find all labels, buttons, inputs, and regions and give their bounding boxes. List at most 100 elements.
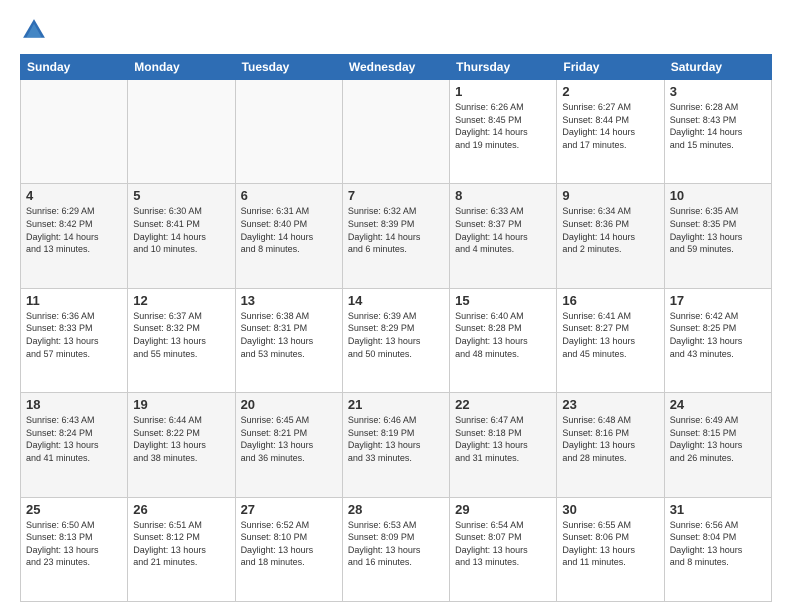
empty-cell [128, 80, 235, 184]
logo [20, 16, 52, 44]
day-detail: Sunrise: 6:47 AMSunset: 8:18 PMDaylight:… [455, 414, 551, 464]
day-cell-28: 28 Sunrise: 6:53 AMSunset: 8:09 PMDayligh… [342, 497, 449, 601]
day-detail: Sunrise: 6:54 AMSunset: 8:07 PMDaylight:… [455, 519, 551, 569]
day-cell-5: 5 Sunrise: 6:30 AMSunset: 8:41 PMDaylight… [128, 184, 235, 288]
day-cell-2: 2 Sunrise: 6:27 AMSunset: 8:44 PMDaylight… [557, 80, 664, 184]
weekday-header-thursday: Thursday [450, 55, 557, 80]
day-cell-29: 29 Sunrise: 6:54 AMSunset: 8:07 PMDayligh… [450, 497, 557, 601]
week-row-3: 11 Sunrise: 6:36 AMSunset: 8:33 PMDayligh… [21, 288, 772, 392]
day-number: 23 [562, 397, 658, 412]
day-cell-8: 8 Sunrise: 6:33 AMSunset: 8:37 PMDaylight… [450, 184, 557, 288]
day-detail: Sunrise: 6:35 AMSunset: 8:35 PMDaylight:… [670, 205, 766, 255]
day-cell-4: 4 Sunrise: 6:29 AMSunset: 8:42 PMDaylight… [21, 184, 128, 288]
day-number: 27 [241, 502, 337, 517]
day-detail: Sunrise: 6:40 AMSunset: 8:28 PMDaylight:… [455, 310, 551, 360]
day-detail: Sunrise: 6:50 AMSunset: 8:13 PMDaylight:… [26, 519, 122, 569]
day-detail: Sunrise: 6:55 AMSunset: 8:06 PMDaylight:… [562, 519, 658, 569]
day-number: 2 [562, 84, 658, 99]
day-detail: Sunrise: 6:26 AMSunset: 8:45 PMDaylight:… [455, 101, 551, 151]
day-number: 30 [562, 502, 658, 517]
day-detail: Sunrise: 6:49 AMSunset: 8:15 PMDaylight:… [670, 414, 766, 464]
header [20, 16, 772, 44]
week-row-5: 25 Sunrise: 6:50 AMSunset: 8:13 PMDayligh… [21, 497, 772, 601]
day-detail: Sunrise: 6:31 AMSunset: 8:40 PMDaylight:… [241, 205, 337, 255]
day-detail: Sunrise: 6:51 AMSunset: 8:12 PMDaylight:… [133, 519, 229, 569]
day-number: 29 [455, 502, 551, 517]
day-number: 24 [670, 397, 766, 412]
day-detail: Sunrise: 6:32 AMSunset: 8:39 PMDaylight:… [348, 205, 444, 255]
day-cell-21: 21 Sunrise: 6:46 AMSunset: 8:19 PMDayligh… [342, 393, 449, 497]
day-cell-3: 3Sunrise: 6:28 AMSunset: 8:43 PMDaylight… [664, 80, 771, 184]
day-detail: Sunrise: 6:39 AMSunset: 8:29 PMDaylight:… [348, 310, 444, 360]
day-detail: Sunrise: 6:52 AMSunset: 8:10 PMDaylight:… [241, 519, 337, 569]
day-cell-30: 30 Sunrise: 6:55 AMSunset: 8:06 PMDayligh… [557, 497, 664, 601]
day-cell-17: 17Sunrise: 6:42 AMSunset: 8:25 PMDayligh… [664, 288, 771, 392]
day-detail: Sunrise: 6:43 AMSunset: 8:24 PMDaylight:… [26, 414, 122, 464]
day-detail: Sunrise: 6:36 AMSunset: 8:33 PMDaylight:… [26, 310, 122, 360]
day-cell-24: 24 Sunrise: 6:49 AMSunset: 8:15 PMDayligh… [664, 393, 771, 497]
day-number: 12 [133, 293, 229, 308]
day-number: 21 [348, 397, 444, 412]
day-detail: Sunrise: 6:53 AMSunset: 8:09 PMDaylight:… [348, 519, 444, 569]
weekday-header-row: SundayMondayTuesdayWednesdayThursdayFrid… [21, 55, 772, 80]
empty-cell [342, 80, 449, 184]
weekday-header-saturday: Saturday [664, 55, 771, 80]
day-cell-16: 16Sunrise: 6:41 AMSunset: 8:27 PMDayligh… [557, 288, 664, 392]
day-cell-25: 25 Sunrise: 6:50 AMSunset: 8:13 PMDayligh… [21, 497, 128, 601]
day-number: 4 [26, 188, 122, 203]
day-number: 8 [455, 188, 551, 203]
day-cell-9: 9Sunrise: 6:34 AMSunset: 8:36 PMDaylight… [557, 184, 664, 288]
day-number: 14 [348, 293, 444, 308]
empty-cell [21, 80, 128, 184]
day-number: 6 [241, 188, 337, 203]
day-detail: Sunrise: 6:27 AMSunset: 8:44 PMDaylight:… [562, 101, 658, 151]
day-cell-31: 31 Sunrise: 6:56 AMSunset: 8:04 PMDayligh… [664, 497, 771, 601]
day-detail: Sunrise: 6:44 AMSunset: 8:22 PMDaylight:… [133, 414, 229, 464]
logo-icon [20, 16, 48, 44]
week-row-2: 4 Sunrise: 6:29 AMSunset: 8:42 PMDaylight… [21, 184, 772, 288]
day-number: 11 [26, 293, 122, 308]
day-cell-20: 20Sunrise: 6:45 AMSunset: 8:21 PMDayligh… [235, 393, 342, 497]
day-number: 1 [455, 84, 551, 99]
day-cell-6: 6 Sunrise: 6:31 AMSunset: 8:40 PMDaylight… [235, 184, 342, 288]
day-detail: Sunrise: 6:38 AMSunset: 8:31 PMDaylight:… [241, 310, 337, 360]
weekday-header-tuesday: Tuesday [235, 55, 342, 80]
day-number: 20 [241, 397, 337, 412]
day-detail: Sunrise: 6:33 AMSunset: 8:37 PMDaylight:… [455, 205, 551, 255]
page: SundayMondayTuesdayWednesdayThursdayFrid… [0, 0, 792, 612]
day-detail: Sunrise: 6:29 AMSunset: 8:42 PMDaylight:… [26, 205, 122, 255]
day-cell-7: 7 Sunrise: 6:32 AMSunset: 8:39 PMDaylight… [342, 184, 449, 288]
weekday-header-wednesday: Wednesday [342, 55, 449, 80]
day-detail: Sunrise: 6:46 AMSunset: 8:19 PMDaylight:… [348, 414, 444, 464]
day-number: 22 [455, 397, 551, 412]
day-number: 25 [26, 502, 122, 517]
day-cell-19: 19Sunrise: 6:44 AMSunset: 8:22 PMDayligh… [128, 393, 235, 497]
day-number: 7 [348, 188, 444, 203]
day-cell-23: 23 Sunrise: 6:48 AMSunset: 8:16 PMDayligh… [557, 393, 664, 497]
day-number: 16 [562, 293, 658, 308]
day-cell-12: 12 Sunrise: 6:37 AMSunset: 8:32 PMDayligh… [128, 288, 235, 392]
empty-cell [235, 80, 342, 184]
day-number: 18 [26, 397, 122, 412]
day-number: 28 [348, 502, 444, 517]
week-row-4: 18 Sunrise: 6:43 AMSunset: 8:24 PMDayligh… [21, 393, 772, 497]
day-cell-18: 18 Sunrise: 6:43 AMSunset: 8:24 PMDayligh… [21, 393, 128, 497]
day-number: 5 [133, 188, 229, 203]
weekday-header-friday: Friday [557, 55, 664, 80]
day-number: 13 [241, 293, 337, 308]
day-detail: Sunrise: 6:56 AMSunset: 8:04 PMDaylight:… [670, 519, 766, 569]
day-number: 26 [133, 502, 229, 517]
day-cell-22: 22 Sunrise: 6:47 AMSunset: 8:18 PMDayligh… [450, 393, 557, 497]
day-cell-10: 10Sunrise: 6:35 AMSunset: 8:35 PMDayligh… [664, 184, 771, 288]
day-number: 3 [670, 84, 766, 99]
day-number: 31 [670, 502, 766, 517]
day-number: 9 [562, 188, 658, 203]
day-detail: Sunrise: 6:48 AMSunset: 8:16 PMDaylight:… [562, 414, 658, 464]
day-detail: Sunrise: 6:37 AMSunset: 8:32 PMDaylight:… [133, 310, 229, 360]
calendar-table: SundayMondayTuesdayWednesdayThursdayFrid… [20, 54, 772, 602]
day-detail: Sunrise: 6:30 AMSunset: 8:41 PMDaylight:… [133, 205, 229, 255]
day-number: 15 [455, 293, 551, 308]
week-row-1: 1 Sunrise: 6:26 AMSunset: 8:45 PMDaylight… [21, 80, 772, 184]
day-cell-11: 11 Sunrise: 6:36 AMSunset: 8:33 PMDayligh… [21, 288, 128, 392]
day-cell-26: 26 Sunrise: 6:51 AMSunset: 8:12 PMDayligh… [128, 497, 235, 601]
